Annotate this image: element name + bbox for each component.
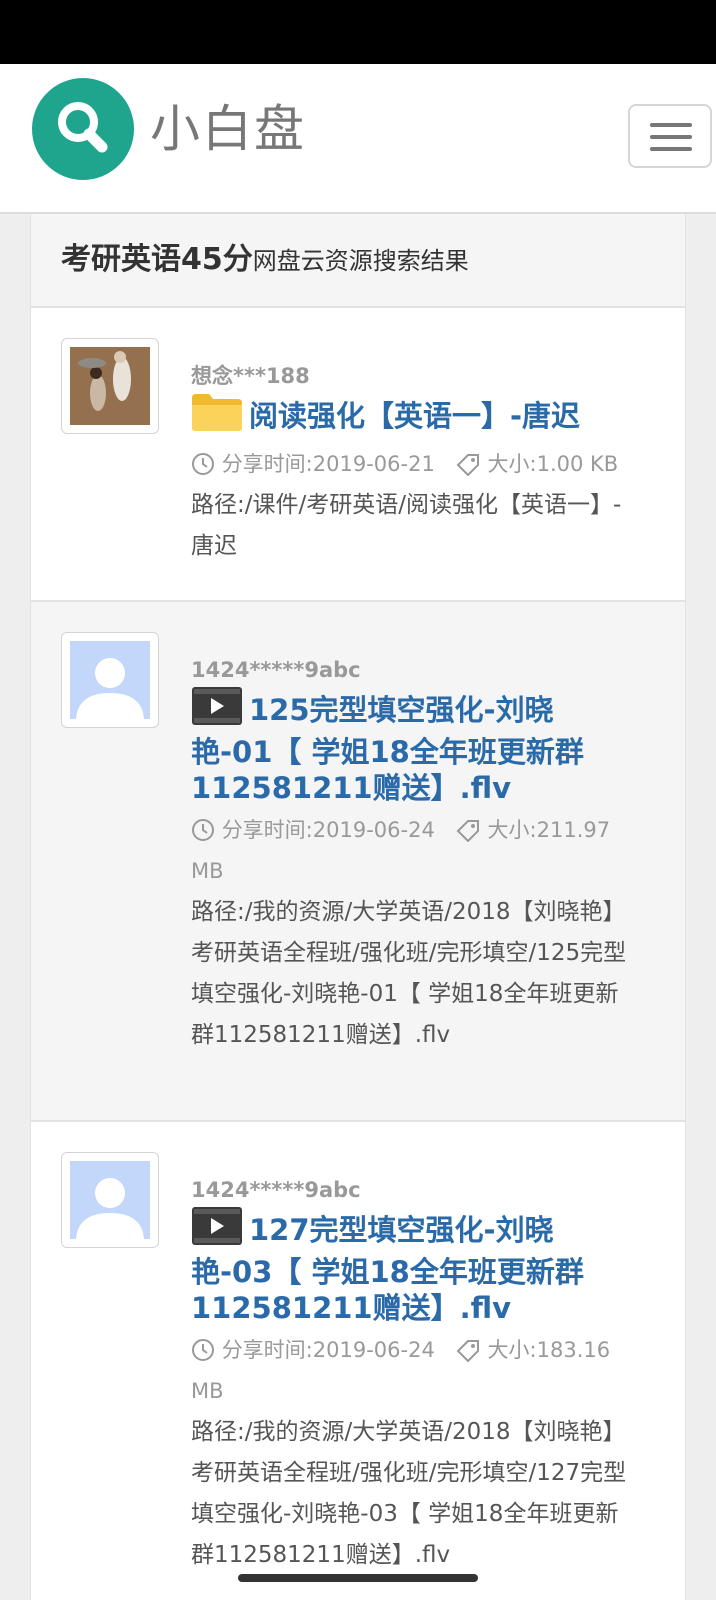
navbar: 小白盘: [0, 64, 716, 214]
site-brand[interactable]: 小白盘: [150, 94, 306, 164]
default-avatar-icon: [70, 641, 150, 719]
results-heading: 考研英语45分网盘云资源搜索结果: [31, 214, 685, 308]
result-title[interactable]: 阅读强化【英语一】-唐迟: [191, 392, 631, 440]
tag-icon: [456, 820, 479, 843]
search-logo-icon[interactable]: [32, 78, 134, 180]
result-meta: 分享时间:2019-06-24 大小:211.97 MB: [191, 810, 631, 892]
avatar[interactable]: [61, 338, 159, 434]
share-user[interactable]: 想念***188: [191, 362, 631, 390]
avatar[interactable]: [61, 1152, 159, 1248]
result-meta: 分享时间:2019-06-21 大小:1.00 KB: [191, 444, 631, 485]
search-keyword: 考研英语45分: [61, 242, 253, 277]
result-title[interactable]: 127完型填空强化-刘晓艳-03【 学姐18全年班更新群112581211赠送】…: [191, 1206, 631, 1326]
result-title-text: 127完型填空强化-刘晓艳-03【 学姐18全年班更新群112581211赠送】…: [191, 1213, 584, 1325]
result-title[interactable]: 125完型填空强化-刘晓艳-01【 学姐18全年班更新群112581211赠送】…: [191, 686, 631, 806]
share-time: 分享时间:2019-06-21: [221, 452, 435, 476]
default-avatar-icon: [70, 1161, 150, 1239]
menu-toggle-button[interactable]: [628, 104, 712, 168]
file-path: 路径:/课件/考研英语/阅读强化【英语一】-唐迟: [191, 492, 622, 559]
tag-icon: [456, 1340, 479, 1363]
result-body: 1424*****9abc 125完型填空强化-刘晓艳-01【 学姐18全年班更…: [191, 656, 631, 1056]
share-user[interactable]: 1424*****9abc: [191, 656, 631, 684]
file-path: 路径:/我的资源/大学英语/2018【刘晓艳】考研英语全程班/强化班/完形填空/…: [191, 1419, 627, 1568]
result-meta: 分享时间:2019-06-24 大小:183.16 MB: [191, 1330, 631, 1412]
avatar[interactable]: [61, 632, 159, 728]
share-time: 分享时间:2019-06-24: [221, 818, 435, 842]
result-item: 1424*****9abc 127完型填空强化-刘晓艳-03【 学姐18全年班更…: [31, 1122, 685, 1600]
home-indicator[interactable]: [238, 1574, 478, 1582]
result-body: 1424*****9abc 127完型填空强化-刘晓艳-03【 学姐18全年班更…: [191, 1176, 631, 1576]
result-item: 想念***188 阅读强化【英语一】-唐迟 分享时间:2019-06-21 大小…: [31, 308, 685, 602]
avatar-photo: [70, 347, 150, 425]
share-user[interactable]: 1424*****9abc: [191, 1176, 631, 1204]
file-path: 路径:/我的资源/大学英语/2018【刘晓艳】考研英语全程班/强化班/完形填空/…: [191, 899, 627, 1048]
results-heading-suffix: 网盘云资源搜索结果: [252, 247, 469, 275]
folder-icon: [191, 392, 243, 440]
file-size: 大小:1.00 KB: [487, 452, 619, 476]
result-body: 想念***188 阅读强化【英语一】-唐迟 分享时间:2019-06-21 大小…: [191, 362, 631, 567]
video-file-icon: [191, 686, 243, 734]
result-title-text: 125完型填空强化-刘晓艳-01【 学姐18全年班更新群112581211赠送】…: [191, 693, 584, 805]
clock-icon: [192, 1339, 214, 1361]
status-bar: [0, 0, 716, 64]
clock-icon: [192, 453, 214, 475]
video-file-icon: [191, 1206, 243, 1254]
result-item: 1424*****9abc 125完型填空强化-刘晓艳-01【 学姐18全年班更…: [31, 602, 685, 1122]
clock-icon: [192, 819, 214, 841]
result-title-text: 阅读强化【英语一】-唐迟: [249, 399, 581, 433]
share-time: 分享时间:2019-06-24: [221, 1338, 435, 1362]
tag-icon: [456, 454, 479, 477]
results-panel: 考研英语45分网盘云资源搜索结果 想念***188 阅读强化【英语一】-唐迟 分…: [30, 214, 686, 1600]
